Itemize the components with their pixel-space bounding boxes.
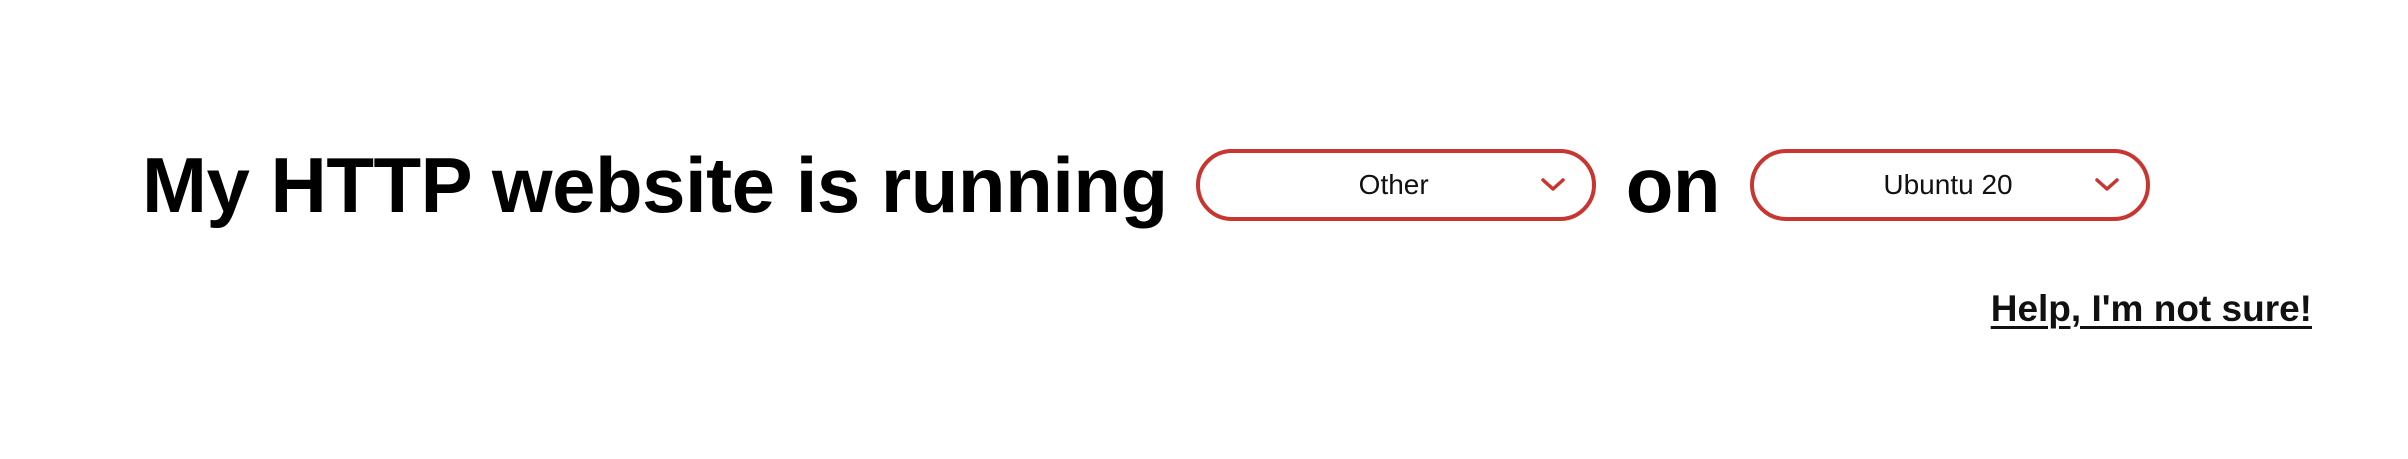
- software-select-value: Other: [1358, 169, 1429, 200]
- help-not-sure-link[interactable]: Help, I'm not sure!: [1991, 288, 2312, 330]
- headline-prefix: My HTTP website is running: [142, 141, 1168, 229]
- chevron-down-icon: [2095, 178, 2119, 191]
- software-select[interactable]: Other: [1195, 149, 1596, 221]
- headline-connector: on: [1625, 141, 1721, 229]
- os-select[interactable]: Ubuntu 20: [1749, 149, 2150, 221]
- instruction-row: My HTTP website is running Other on Ubun…: [142, 140, 2150, 230]
- chevron-down-icon: [1540, 178, 1565, 191]
- os-select-value: Ubuntu 20: [1883, 169, 2013, 200]
